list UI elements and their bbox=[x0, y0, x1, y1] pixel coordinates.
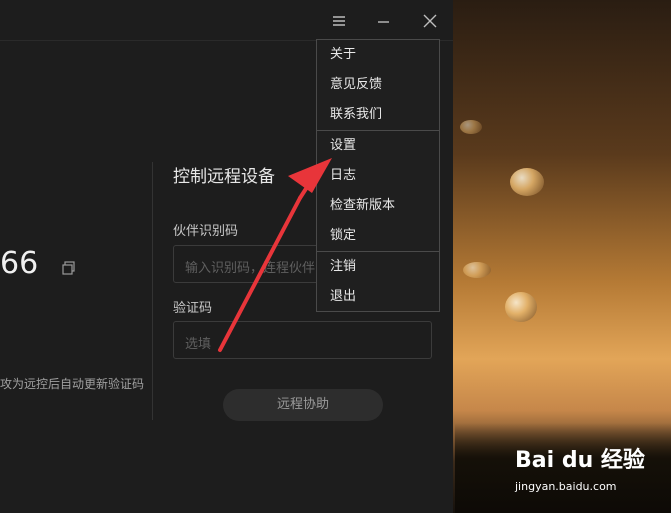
annotation-arrow-icon bbox=[200, 148, 360, 362]
minimize-icon[interactable] bbox=[372, 10, 394, 32]
remote-assist-button[interactable]: 远程协助 bbox=[223, 389, 383, 421]
water-drop bbox=[505, 292, 537, 322]
menu-item-contact[interactable]: 联系我们 bbox=[317, 100, 439, 130]
title-bar bbox=[0, 0, 453, 41]
menu-item-about[interactable]: 关于 bbox=[317, 40, 439, 70]
device-code: 66 bbox=[0, 246, 39, 281]
menu-item-feedback[interactable]: 意见反馈 bbox=[317, 70, 439, 100]
watermark-url: jingyan.baidu.com bbox=[515, 480, 617, 493]
water-drop bbox=[460, 120, 482, 134]
baidu-watermark: Bai du 经验 jingyan.baidu.com bbox=[515, 440, 655, 500]
copy-icon[interactable] bbox=[62, 260, 76, 275]
hamburger-icon[interactable] bbox=[328, 10, 350, 32]
watermark-logo: Bai du 经验 bbox=[515, 448, 645, 473]
divider bbox=[152, 162, 153, 420]
water-drop bbox=[463, 262, 491, 278]
close-icon[interactable] bbox=[419, 10, 441, 32]
water-drop bbox=[510, 168, 544, 196]
auto-update-note: 攻为远控后自动更新验证码 bbox=[0, 377, 145, 391]
